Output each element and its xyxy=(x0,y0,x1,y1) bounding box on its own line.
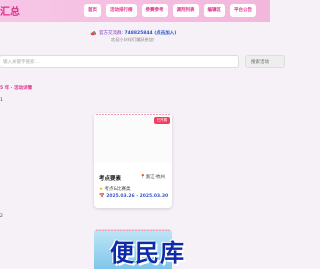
breadcrumb: 5 年 · 活动详情 xyxy=(0,86,33,91)
card-category-text: 考点&比赛类 xyxy=(104,187,131,192)
card-date-text: 2025.03.26 - 2025.03.30 xyxy=(106,194,169,199)
group-notice-label: 官方交流群: xyxy=(99,31,125,36)
section-label: 1 xyxy=(0,98,3,103)
watermark: 便民库 xyxy=(110,239,185,267)
welcome-text: 欢迎小伙伴们踊跃参加！ xyxy=(111,37,158,42)
nav-editor[interactable]: 编辑区 xyxy=(203,4,225,17)
activity-card[interactable]: 已开展 考点要素 📍浙江·杭州 ★ 考点&比赛类 📅 2025.03.26 - … xyxy=(94,113,172,208)
card-border-decoration xyxy=(96,114,170,115)
megaphone-icon: 📣 xyxy=(90,31,97,37)
nav-announcements[interactable]: 平台公告 xyxy=(230,4,256,17)
top-navbar: 汇总 首页 活动排行榜 参赛参考 调剂列表 编辑区 平台公告 xyxy=(0,0,270,22)
status-badge: 已开展 xyxy=(153,117,170,124)
search-button[interactable]: 搜索活动 xyxy=(245,55,285,68)
calendar-icon: 📅 xyxy=(99,194,105,199)
main-nav: 首页 活动排行榜 参赛参考 调剂列表 编辑区 平台公告 xyxy=(84,4,256,17)
nav-home[interactable]: 首页 xyxy=(84,4,101,17)
search-input[interactable]: 输入关键字搜索... xyxy=(0,55,239,68)
group-notice: 官方交流群: 748825844 (点击加入) xyxy=(99,30,176,36)
nav-reference[interactable]: 参赛参考 xyxy=(141,4,168,17)
card-category: ★ 考点&比赛类 xyxy=(99,186,131,192)
card-date: 📅 2025.03.26 - 2025.03.30 xyxy=(99,194,168,199)
nav-adjust-list[interactable]: 调剂列表 xyxy=(172,4,199,17)
group-join-link[interactable]: 748825844 (点击加入) xyxy=(124,31,176,36)
card-location: 📍浙江·杭州 xyxy=(140,174,165,180)
card-title: 考点要素 xyxy=(99,176,122,182)
nav-ranking[interactable]: 活动排行榜 xyxy=(106,4,137,17)
star-icon: ★ xyxy=(99,187,104,192)
section-label: 2 xyxy=(0,214,3,219)
card-border-decoration xyxy=(96,230,170,231)
card-location-text: 浙江·杭州 xyxy=(145,175,166,180)
site-logo[interactable]: 汇总 xyxy=(0,3,20,18)
